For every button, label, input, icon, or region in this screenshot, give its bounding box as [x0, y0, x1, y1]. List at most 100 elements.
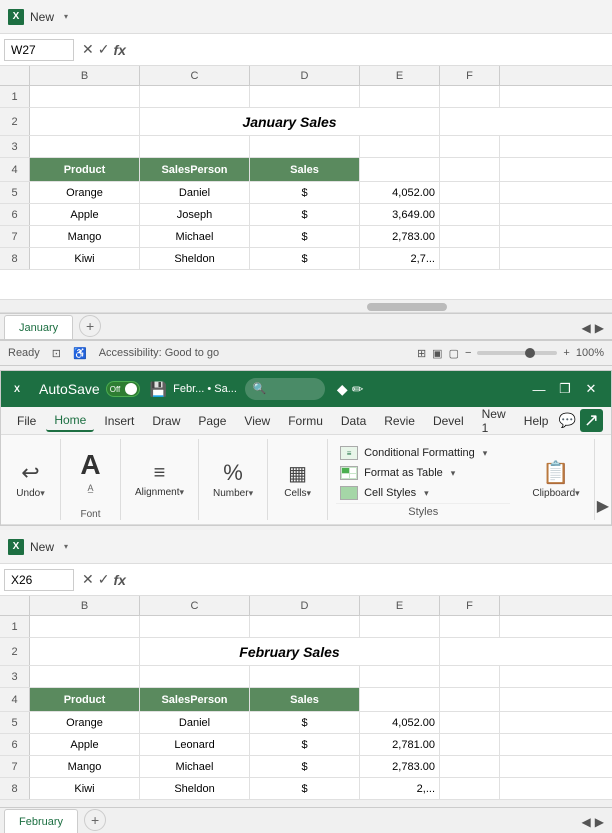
cell-e-b1[interactable]	[360, 616, 440, 637]
cell-d-b6[interactable]: $	[250, 734, 360, 755]
cell-c8[interactable]: Sheldon	[140, 248, 250, 269]
menu-home[interactable]: Home	[46, 410, 94, 432]
cell-e-b8[interactable]: 2,...	[360, 778, 440, 799]
sheet-tab-january[interactable]: January	[4, 315, 73, 339]
cell-d-b7[interactable]: $	[250, 756, 360, 777]
cell-b4-header[interactable]: Product	[30, 158, 140, 181]
bottom-cell-ref[interactable]: X26	[4, 569, 74, 591]
add-sheet-btn-top[interactable]: +	[79, 315, 101, 337]
minimize-btn[interactable]: —	[527, 377, 551, 401]
cell-d5[interactable]: $	[250, 182, 360, 203]
sheet-nav-left[interactable]: ◀	[582, 321, 591, 335]
share-icon[interactable]: 💬	[558, 412, 575, 429]
ribbon-search-input[interactable]	[245, 378, 325, 400]
cell-b-b5[interactable]: Orange	[30, 712, 140, 733]
cell-f-b3[interactable]	[440, 666, 500, 687]
menu-insert[interactable]: Insert	[96, 411, 142, 431]
cell-c-b3[interactable]	[140, 666, 250, 687]
cell-d-b4[interactable]: Sales	[250, 688, 360, 711]
formula-confirm-icon-b[interactable]: ✓	[98, 571, 110, 588]
cell-b-b2[interactable]	[30, 638, 140, 665]
cell-b-b8[interactable]: Kiwi	[30, 778, 140, 799]
cell-f3[interactable]	[440, 136, 500, 157]
cell-d-b5[interactable]: $	[250, 712, 360, 733]
cell-d3[interactable]	[250, 136, 360, 157]
cell-e8[interactable]: 2,7...	[360, 248, 440, 269]
sheet-tab-february[interactable]: February	[4, 809, 78, 833]
cell-e-b6[interactable]: 2,781.00	[360, 734, 440, 755]
cell-d1[interactable]	[250, 86, 360, 107]
cells-dropdown[interactable]: ▾	[306, 488, 311, 499]
cell-c-b5[interactable]: Daniel	[140, 712, 250, 733]
menu-new1[interactable]: New 1	[474, 404, 514, 438]
cell-d7[interactable]: $	[250, 226, 360, 247]
cell-b6[interactable]: Apple	[30, 204, 140, 225]
cell-f-b8[interactable]	[440, 778, 500, 799]
cell-b-b6[interactable]: Apple	[30, 734, 140, 755]
cell-b-b4[interactable]: Product	[30, 688, 140, 711]
cell-c6[interactable]: Joseph	[140, 204, 250, 225]
menu-help[interactable]: Help	[516, 411, 557, 431]
number-dropdown[interactable]: ▾	[249, 488, 254, 499]
restore-btn[interactable]: ❐	[553, 377, 577, 401]
cell-d4-header[interactable]: Sales	[250, 158, 360, 181]
zoom-plus[interactable]: +	[563, 347, 569, 359]
alignment-dropdown[interactable]: ▾	[179, 487, 184, 498]
cell-e-b5[interactable]: 4,052.00	[360, 712, 440, 733]
close-btn[interactable]: ✕	[579, 377, 603, 401]
title-dropdown-bottom[interactable]: ▾	[58, 539, 74, 555]
cell-f-b5[interactable]	[440, 712, 500, 733]
conditional-formatting-btn[interactable]: ≡ Conditional Formatting ▾	[336, 443, 510, 463]
undo-dropdown[interactable]: ▾	[40, 488, 45, 499]
cell-e3[interactable]	[360, 136, 440, 157]
view-normal-icon[interactable]: ⊞	[417, 347, 426, 360]
formula-cancel-icon-b[interactable]: ✕	[82, 571, 94, 588]
cell-f-b6[interactable]	[440, 734, 500, 755]
cell-c-b8[interactable]: Sheldon	[140, 778, 250, 799]
cell-b-b1[interactable]	[30, 616, 140, 637]
cell-b8[interactable]: Kiwi	[30, 248, 140, 269]
cell-e-b7[interactable]: 2,783.00	[360, 756, 440, 777]
cell-c2[interactable]: January Sales	[140, 108, 440, 135]
sheet-nav-left-b[interactable]: ◀	[582, 815, 591, 829]
cell-f4[interactable]	[440, 158, 500, 181]
cell-e-b3[interactable]	[360, 666, 440, 687]
view-layout-icon[interactable]: ▣	[432, 347, 442, 360]
add-sheet-btn-bottom[interactable]: +	[84, 809, 106, 831]
cell-e-b4[interactable]	[360, 688, 440, 711]
menu-data[interactable]: Data	[333, 411, 374, 431]
cell-b1[interactable]	[30, 86, 140, 107]
menu-draw[interactable]: Draw	[144, 411, 188, 431]
cell-e4[interactable]	[360, 158, 440, 181]
undo-button[interactable]: ↩ Undo ▾	[10, 456, 50, 503]
cell-b5[interactable]: Orange	[30, 182, 140, 203]
formula-confirm-icon[interactable]: ✓	[98, 41, 110, 58]
cell-f6[interactable]	[440, 204, 500, 225]
cell-f-b7[interactable]	[440, 756, 500, 777]
formula-fx-icon[interactable]: fx	[113, 42, 125, 58]
cell-b2[interactable]	[30, 108, 140, 135]
sheet-nav-right[interactable]: ▶	[595, 321, 604, 335]
pencil-icon[interactable]: ✏	[352, 381, 364, 398]
diamond-icon[interactable]: ◆	[337, 381, 348, 398]
cells-button[interactable]: ▦ Cells ▾	[278, 457, 317, 503]
menu-view[interactable]: View	[236, 411, 278, 431]
zoom-minus[interactable]: −	[465, 347, 471, 359]
cell-f1[interactable]	[440, 86, 500, 107]
cell-b7[interactable]: Mango	[30, 226, 140, 247]
cell-c-b1[interactable]	[140, 616, 250, 637]
cell-f-b4[interactable]	[440, 688, 500, 711]
cell-e5[interactable]: 4,052.00	[360, 182, 440, 203]
cell-b-b7[interactable]: Mango	[30, 756, 140, 777]
cell-c-b4[interactable]: SalesPerson	[140, 688, 250, 711]
cell-d6[interactable]: $	[250, 204, 360, 225]
cell-c4-header[interactable]: SalesPerson	[140, 158, 250, 181]
cell-f5[interactable]	[440, 182, 500, 203]
menu-developer[interactable]: Devel	[425, 411, 472, 431]
ribbon-expand-icon[interactable]: ▶	[597, 496, 609, 516]
alignment-button[interactable]: ≡ Alignment ▾	[129, 458, 190, 502]
menu-page[interactable]: Page	[190, 411, 234, 431]
cell-f8[interactable]	[440, 248, 500, 269]
cell-c1[interactable]	[140, 86, 250, 107]
clipboard-dropdown[interactable]: ▾	[575, 488, 580, 499]
